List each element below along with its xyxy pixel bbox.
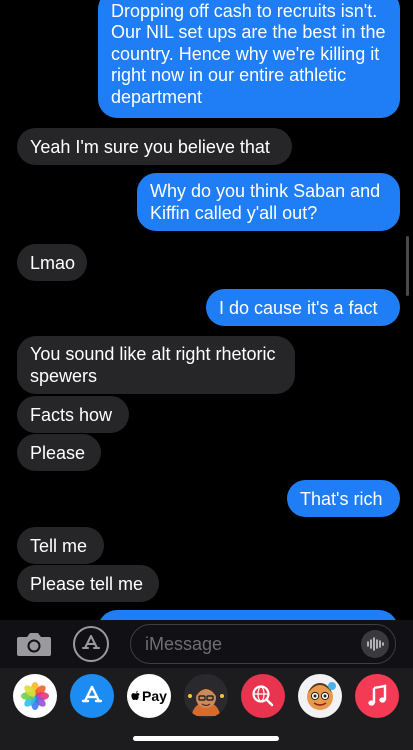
apple-logo-icon — [131, 690, 140, 700]
music-app-button[interactable] — [355, 674, 399, 718]
stickers-app-button[interactable] — [298, 674, 342, 718]
scroll-indicator[interactable] — [406, 236, 409, 296]
apple-pay-button[interactable]: Pay — [127, 674, 171, 718]
app-store-icon — [82, 635, 100, 649]
music-note-icon — [368, 684, 387, 706]
apple-pay-label: Pay — [142, 688, 167, 704]
message-text: Dropping off cash to recruits isn't. Our… — [111, 0, 386, 107]
message-text: Lmao — [30, 252, 76, 273]
message-text: Please tell me — [30, 573, 144, 594]
camera-icon — [17, 633, 51, 656]
audio-message-button[interactable] — [361, 630, 389, 658]
message-text: You sound like alt right rhetoric spewer… — [30, 344, 276, 386]
imessage-input[interactable]: iMessage — [130, 624, 396, 664]
message-text: Yeah I'm sure you believe that — [30, 136, 270, 157]
message-bubble-received[interactable]: Tell me — [17, 527, 104, 564]
app-drawer: Pay — [0, 668, 413, 750]
message-bubble-received[interactable]: Please tell me — [17, 565, 159, 602]
apps-button[interactable] — [73, 626, 109, 662]
message-text: That's rich — [300, 488, 383, 509]
message-text: I do cause it's a fact — [219, 297, 378, 318]
message-bubble-received[interactable]: Facts how — [17, 396, 129, 433]
message-bubble-sent[interactable]: Dropping off cash to recruits isn't. Our… — [98, 0, 400, 118]
app-store-app-button[interactable] — [70, 674, 114, 718]
message-bubble-sent[interactable]: That's rich — [287, 480, 400, 517]
message-text: Why do you think Saban and Kiffin called… — [150, 181, 381, 223]
app-store-icon — [81, 685, 103, 703]
message-bubble-sent-partial[interactable] — [98, 610, 398, 620]
memoji-app-button[interactable] — [184, 674, 228, 718]
photos-app-button[interactable] — [13, 674, 57, 718]
composer-bar: iMessage — [0, 620, 413, 668]
message-thread[interactable]: Dropping off cash to recruits isn't. Our… — [0, 0, 413, 620]
memoji-icon — [188, 687, 224, 716]
audio-waveform-icon — [367, 637, 384, 651]
imessage-placeholder: iMessage — [145, 634, 223, 654]
message-bubble-sent[interactable]: I do cause it's a fact — [206, 289, 400, 326]
message-bubble-received[interactable]: Yeah I'm sure you believe that — [17, 128, 292, 165]
message-text: Tell me — [30, 535, 88, 556]
web-search-icon — [252, 685, 274, 707]
message-text: Facts how — [30, 404, 113, 425]
message-bubble-received[interactable]: Please — [17, 434, 101, 471]
message-bubble-sent[interactable]: Why do you think Saban and Kiffin called… — [137, 173, 400, 231]
photos-icon — [21, 682, 49, 710]
web-search-app-button[interactable] — [241, 674, 285, 718]
home-indicator[interactable] — [133, 736, 279, 741]
camera-button[interactable] — [15, 630, 53, 658]
sticker-icon — [307, 682, 336, 710]
message-text: Please — [30, 442, 86, 463]
message-bubble-received[interactable]: Lmao — [17, 244, 87, 281]
message-bubble-received[interactable]: You sound like alt right rhetoric spewer… — [17, 336, 295, 394]
